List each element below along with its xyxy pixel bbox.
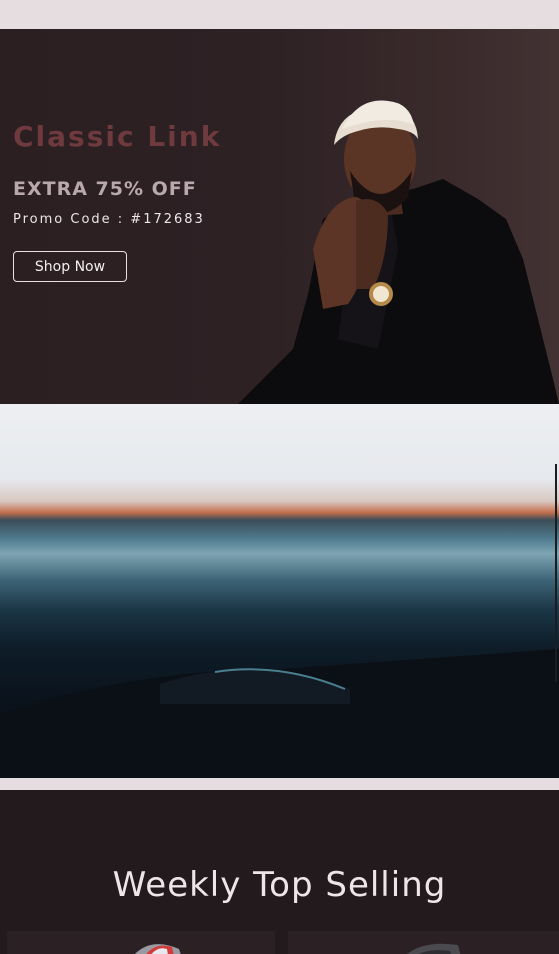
product-thumbnail [407, 943, 461, 954]
hero-title: Classic Link [13, 120, 222, 153]
hero-promo-code: Promo Code : #172683 [13, 212, 205, 227]
product-card[interactable] [7, 931, 275, 954]
product-card[interactable] [288, 931, 559, 954]
top-strip [0, 0, 559, 29]
scrollbar-track[interactable] [555, 464, 557, 682]
shop-now-button[interactable]: Shop Now [13, 251, 127, 282]
product-thumbnail [134, 944, 181, 954]
hero-offer: EXTRA 75% OFF [13, 178, 197, 200]
section-divider [0, 778, 559, 790]
section-title: Weekly Top Selling [112, 865, 447, 905]
weekly-top-selling-section: Weekly Top Selling [0, 790, 559, 954]
landscape-banner [0, 404, 559, 778]
landscape-scene [0, 649, 559, 778]
hero-banner: Classic Link EXTRA 75% OFF Promo Code : … [0, 29, 559, 404]
page: Classic Link EXTRA 75% OFF Promo Code : … [0, 0, 559, 954]
hero-model-image [238, 100, 559, 404]
